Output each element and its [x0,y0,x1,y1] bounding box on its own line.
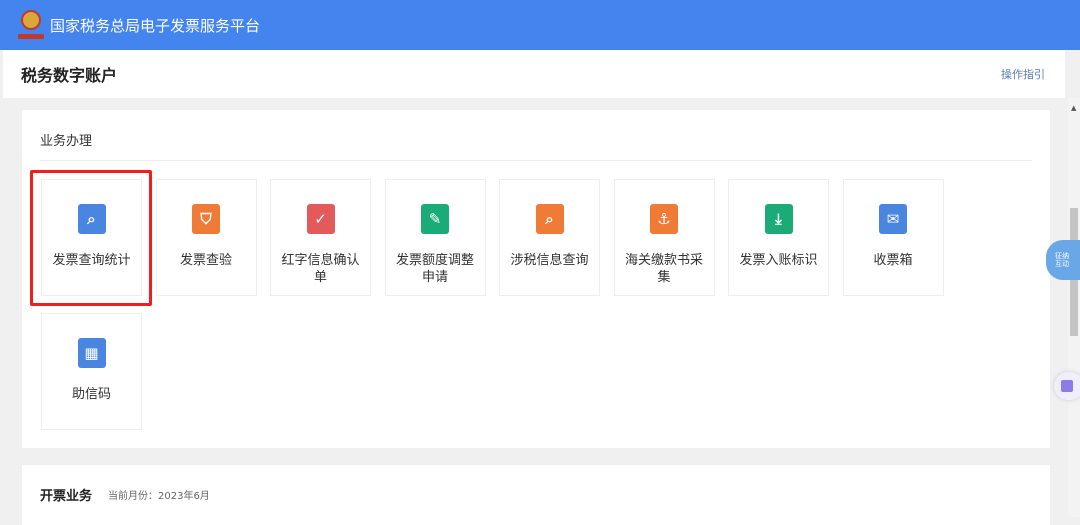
ticket-shield-icon: ⛉ [192,204,220,234]
notes-float-button[interactable] [1054,372,1080,400]
tile-label: 发票入账标识 [739,253,818,268]
tile-label: 发票额度调整申请 [395,253,474,285]
business-tile[interactable]: ✎ 发票额度调整申请 [384,179,486,296]
tile-label: 收票箱 [873,253,913,268]
business-card: 业务办理 ⌕ 发票查询统计 ⛉ 发票查验 ✓ 红字信息确认单 ✎ 发票额度调整申请 ⌕ 涉税信息查… [22,110,1050,448]
business-tile[interactable]: ⚓ 海关缴款书采集 [613,179,715,296]
page-title: 税务数字账户 [21,66,118,85]
tile-label: 发票查验 [179,253,232,268]
envelope-icon: ✉ [879,204,907,234]
assistant-avatar-button[interactable]: 征纳互动 [1046,240,1080,280]
ticket-download-icon: ⤓ [764,204,793,234]
invoicing-card: 开票业务 当前月份：2023年6月 [22,465,1050,525]
business-tile[interactable]: ⌕ 发票查询统计 [41,179,142,296]
assistant-label: 征纳互动 [1055,252,1069,268]
business-tile[interactable]: ▦ 助信码 [41,313,142,430]
business-tile[interactable]: ⌕ 涉税信息查询 [499,179,600,296]
tile-label: 发票查询统计 [52,253,131,268]
scrollbar[interactable]: ▲ [1068,98,1080,517]
guide-link[interactable]: 操作指引 [1001,66,1045,82]
business-tile[interactable]: ⛉ 发票查验 [155,179,257,296]
anchor-document-icon: ⚓ [650,204,678,234]
tile-label: 红字信息确认单 [281,253,360,285]
tile-label: 涉税信息查询 [510,253,589,268]
sub-header: 税务数字账户 操作指引 [3,50,1065,98]
form-check-icon: ✓ [306,204,335,234]
current-month: 当前月份：2023年6月 [108,491,210,502]
section-title: 业务办理 [40,134,93,149]
platform-title: 国家税务总局电子发票服务平台 [50,16,261,35]
top-bar: 国家税务总局电子发票服务平台 [0,0,1080,50]
tax-emblem-logo [18,8,44,42]
business-tile[interactable]: ⤓ 发票入账标识 [728,179,829,296]
tile-label: 助信码 [71,387,111,402]
tile-label: 海关缴款书采集 [624,253,703,285]
business-tile[interactable]: ✓ 红字信息确认单 [270,179,371,296]
scroll-up-icon[interactable]: ▲ [1071,104,1076,112]
document-search-icon: ⌕ [77,204,106,234]
qr-code-icon: ▦ [77,338,106,368]
business-tile[interactable]: ✉ 收票箱 [842,179,944,296]
edit-document-icon: ✎ [421,204,449,234]
divider [40,160,1032,161]
folder-search-icon: ⌕ [535,204,564,234]
notes-icon [1061,380,1073,392]
section-title: 开票业务 [40,489,93,504]
